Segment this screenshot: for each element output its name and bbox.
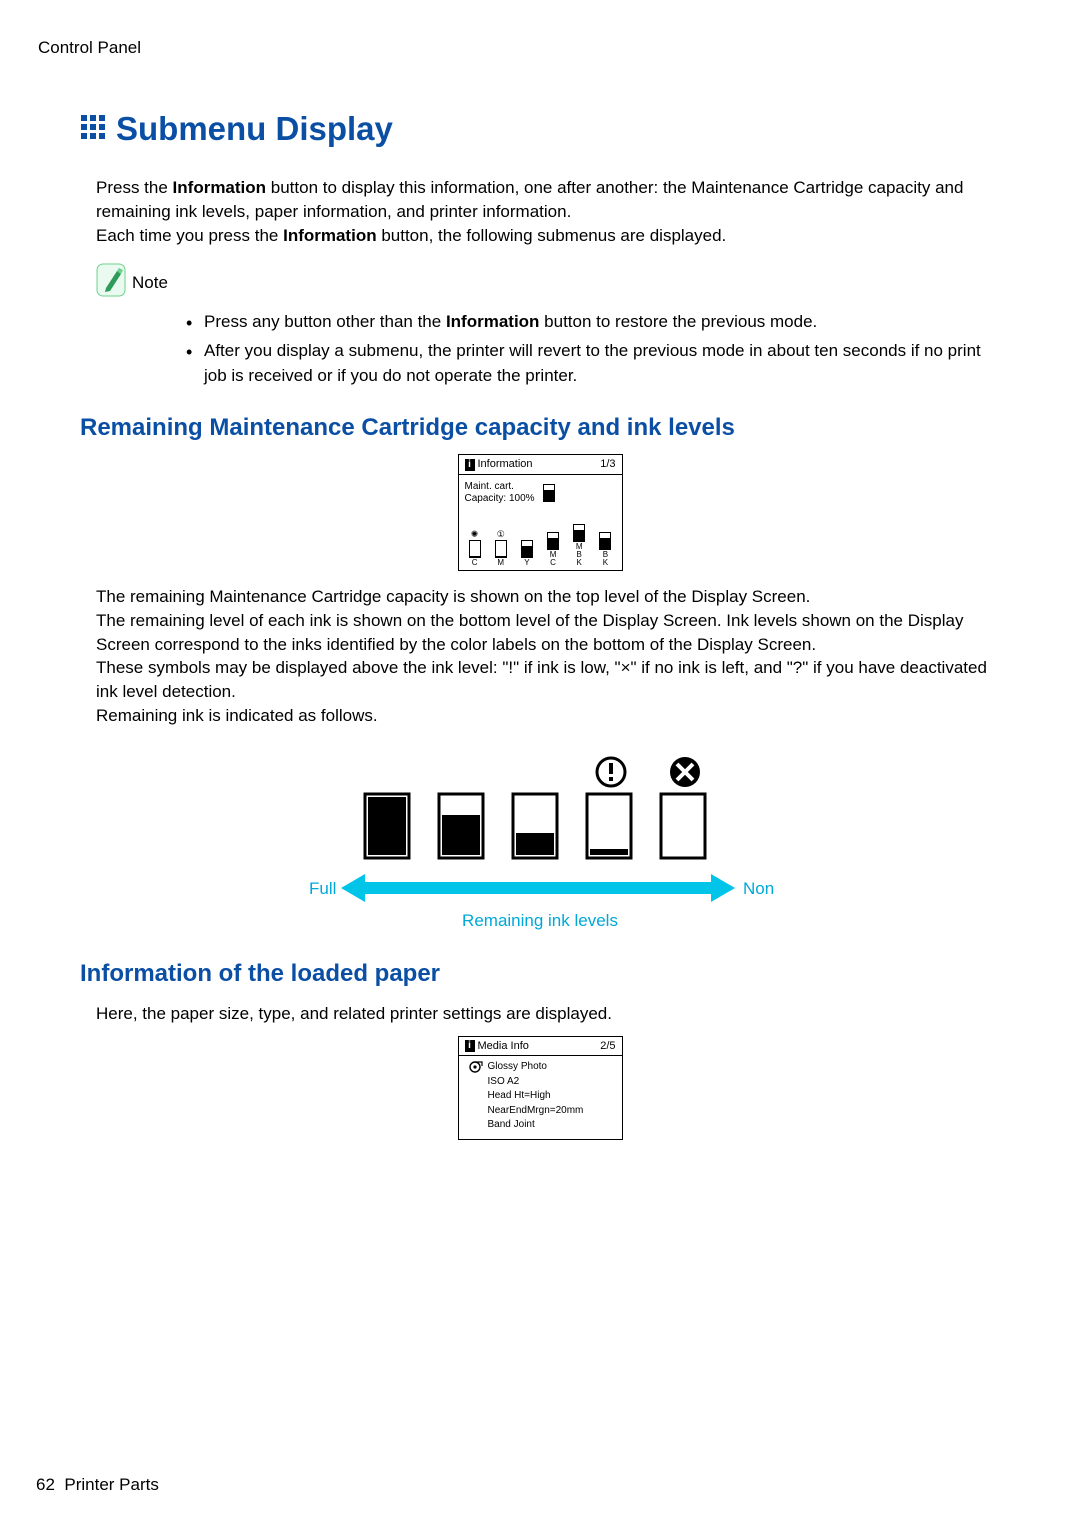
intro-text: button, the following submenus are displ… bbox=[377, 226, 727, 245]
ink-label-mbk: MBK bbox=[576, 543, 583, 567]
lcd-maint-line2: Capacity: 100% bbox=[465, 493, 535, 504]
page-title-row: Submenu Display bbox=[80, 110, 1042, 148]
ink-label-bk: BK bbox=[603, 551, 608, 567]
section-heading-paper: Information of the loaded paper bbox=[80, 960, 1042, 988]
note-item: After you display a submenu, the printer… bbox=[186, 339, 1004, 388]
lcd-screenshot-information: i Information 1/3 Maint. cart. Capacity:… bbox=[458, 454, 623, 571]
page-title: Submenu Display bbox=[116, 110, 393, 148]
lcd-pager: 2/5 bbox=[600, 1040, 615, 1053]
body-line: The remaining Maintenance Cartridge capa… bbox=[96, 587, 810, 606]
intro-text: Press the bbox=[96, 178, 173, 197]
maint-tank-icon bbox=[543, 484, 555, 502]
lcd-title: Information bbox=[478, 458, 533, 471]
note-text: Press any button other than the bbox=[204, 312, 446, 331]
dot-grid-icon bbox=[80, 114, 106, 145]
lcd-title: Media Info bbox=[478, 1040, 529, 1053]
body-line: These symbols may be displayed above the… bbox=[96, 658, 987, 701]
ink-col: ✺ C bbox=[467, 529, 483, 567]
diagram-label-none: None bbox=[743, 879, 775, 898]
page-footer: 62 Printer Parts bbox=[36, 1475, 159, 1495]
lcd-screenshot-media: i Media Info 2/5 Glossy Photo ISO A2 Hea… bbox=[458, 1036, 623, 1140]
gear-icon: ✺ bbox=[471, 529, 479, 539]
ink-label-c: C bbox=[472, 559, 478, 567]
ink-col: Y bbox=[519, 529, 535, 567]
running-head: Control Panel bbox=[38, 38, 1042, 58]
section2-body: Here, the paper size, type, and related … bbox=[96, 1002, 1004, 1026]
diagram-caption: Remaining ink levels bbox=[462, 911, 618, 930]
info-glyph-icon: i bbox=[465, 459, 475, 471]
note-label: Note bbox=[132, 273, 168, 293]
page-number: 62 bbox=[36, 1475, 55, 1494]
intro-bold: Information bbox=[173, 178, 267, 197]
note-item: Press any button other than the Informat… bbox=[186, 310, 1004, 335]
note-bold: Information bbox=[446, 312, 540, 331]
intro-paragraphs: Press the Information button to display … bbox=[96, 176, 1004, 247]
ink-col: MBK bbox=[571, 513, 587, 567]
lcd-pager: 1/3 bbox=[600, 458, 615, 471]
media-line: NearEndMrgn=20mm bbox=[469, 1104, 616, 1119]
info-glyph-icon: i bbox=[465, 1040, 475, 1052]
warning-icon: ① bbox=[497, 529, 505, 539]
media-line: Glossy Photo bbox=[488, 1060, 547, 1075]
ink-label-m: M bbox=[497, 559, 504, 567]
media-line: Head Ht=High bbox=[469, 1089, 616, 1104]
media-line: Band Joint bbox=[469, 1118, 616, 1133]
intro-bold: Information bbox=[283, 226, 377, 245]
ink-label-mc: MC bbox=[550, 551, 557, 567]
note-pencil-icon bbox=[96, 263, 126, 302]
ink-level-diagram: Full None Remaining ink levels bbox=[38, 754, 1042, 934]
intro-text: Each time you press the bbox=[96, 226, 283, 245]
ink-col: MC bbox=[545, 521, 561, 567]
media-line: ISO A2 bbox=[469, 1075, 616, 1090]
ink-col: ① M bbox=[493, 529, 509, 567]
section-heading-ink: Remaining Maintenance Cartridge capacity… bbox=[80, 414, 1042, 442]
note-block: Note Press any button other than the Inf… bbox=[96, 263, 1042, 388]
note-text: button to restore the previous mode. bbox=[539, 312, 817, 331]
footer-section: Printer Parts bbox=[64, 1475, 158, 1494]
section1-body: The remaining Maintenance Cartridge capa… bbox=[96, 585, 1004, 728]
ink-col: BK bbox=[597, 521, 613, 567]
body-line: Remaining ink is indicated as follows. bbox=[96, 706, 378, 725]
lcd-maint-line1: Maint. cart. bbox=[465, 481, 514, 492]
roll-paper-icon bbox=[469, 1061, 483, 1073]
body-line: The remaining level of each ink is shown… bbox=[96, 611, 963, 654]
ink-label-y: Y bbox=[524, 559, 529, 567]
diagram-label-full: Full bbox=[309, 879, 336, 898]
